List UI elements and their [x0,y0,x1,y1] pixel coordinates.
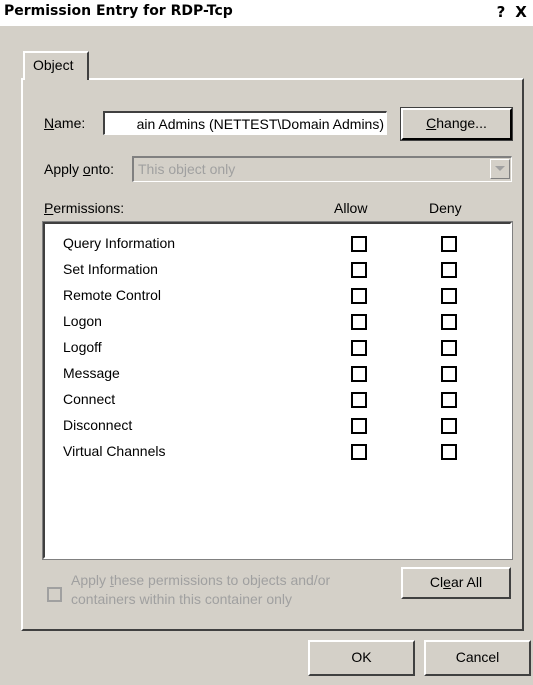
permission-row-query-information: Query Information [45,232,510,258]
allow-checkbox[interactable] [351,340,367,356]
permissions-list[interactable]: Query Information Set Information Remote… [42,221,513,560]
allow-checkbox[interactable] [351,366,367,382]
permission-name: Logoff [63,339,102,355]
permission-name: Remote Control [63,287,162,303]
deny-checkbox[interactable] [441,418,457,434]
permission-row-remote-control: Remote Control [45,284,510,310]
tab-label: Object [33,57,74,73]
apply-onto-value: This object only [138,161,236,177]
deny-checkbox[interactable] [441,340,457,356]
permission-name: Message [63,365,120,381]
deny-checkbox[interactable] [441,392,457,408]
allow-checkbox[interactable] [351,314,367,330]
window-title: Permission Entry for RDP-Tcp [4,3,233,19]
close-button[interactable]: X [512,2,530,22]
name-field[interactable]: ain Admins (NETTEST\Domain Admins) [103,111,387,135]
permission-name: Connect [63,391,116,407]
name-value: ain Admins (NETTEST\Domain Admins) [136,116,384,132]
allow-checkbox[interactable] [351,236,367,252]
change-button[interactable]: Change... [400,107,513,141]
help-button[interactable]: ? [492,2,510,22]
permission-name: Virtual Channels [63,443,166,459]
allow-column-header: Allow [334,200,368,216]
permission-row-logon: Logon [45,310,510,336]
permission-name: Disconnect [63,417,133,433]
deny-checkbox[interactable] [441,314,457,330]
deny-checkbox[interactable] [441,236,457,252]
allow-checkbox[interactable] [351,444,367,460]
deny-checkbox[interactable] [441,366,457,382]
permission-row-logoff: Logoff [45,336,510,362]
clear-all-button[interactable]: Clear All [401,567,511,599]
allow-checkbox[interactable] [351,262,367,278]
permission-row-connect: Connect [45,388,510,414]
allow-checkbox[interactable] [351,418,367,434]
permission-name: Query Information [63,235,176,251]
permissions-label: Permissions: [44,200,125,216]
permission-name: Logon [63,313,102,329]
name-label: Name: [44,115,86,131]
permission-row-virtual-channels: Virtual Channels [45,440,510,466]
permission-row-disconnect: Disconnect [45,414,510,440]
apply-to-children-checkbox[interactable] [47,587,62,602]
apply-to-children-label: Apply these permissions to objects and/o… [71,572,331,607]
allow-checkbox[interactable] [351,288,367,304]
deny-column-header: Deny [429,200,462,216]
dropdown-arrow-icon[interactable] [490,159,510,179]
tab-object[interactable]: Object [23,51,89,80]
deny-checkbox[interactable] [441,444,457,460]
title-bar: Permission Entry for RDP-Tcp ? X [0,0,533,26]
allow-checkbox[interactable] [351,392,367,408]
deny-checkbox[interactable] [441,288,457,304]
deny-checkbox[interactable] [441,262,457,278]
apply-onto-dropdown[interactable]: This object only [132,156,512,182]
ok-button[interactable]: OK [308,640,415,676]
cancel-button[interactable]: Cancel [424,640,531,676]
permission-row-message: Message [45,362,510,388]
permission-name: Set Information [63,261,158,277]
permission-row-set-information: Set Information [45,258,510,284]
apply-onto-label: Apply onto: [44,161,115,177]
